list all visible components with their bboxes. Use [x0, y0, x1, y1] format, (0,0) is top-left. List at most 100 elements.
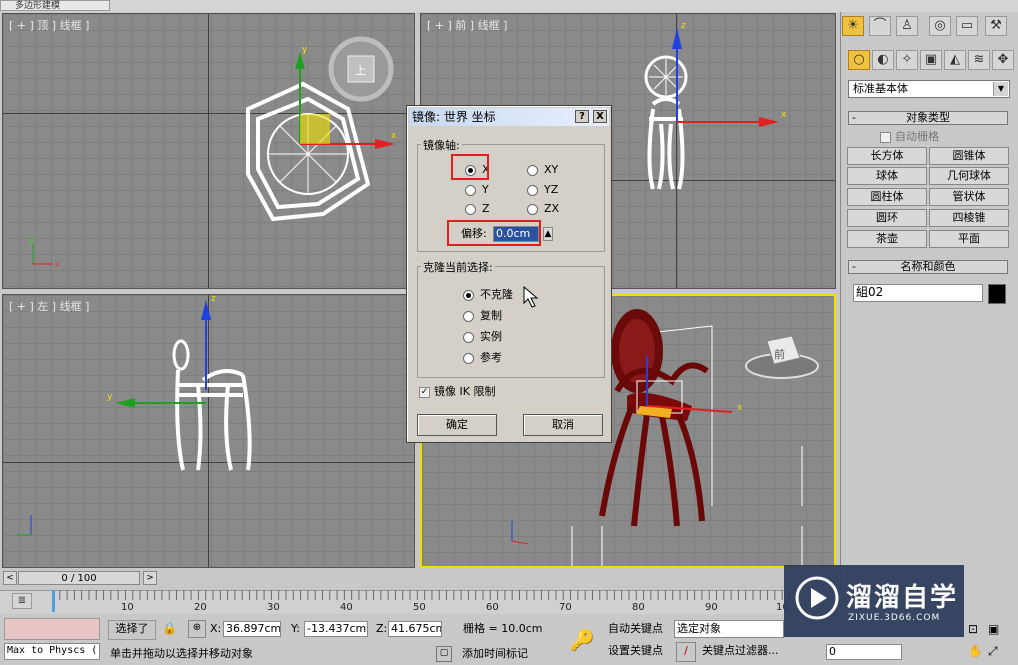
listener-pink-field[interactable] — [4, 618, 100, 640]
object-color-swatch[interactable] — [988, 284, 1006, 304]
top-cube-label: 上 — [355, 64, 366, 77]
plane-button[interactable]: 平面 — [929, 230, 1009, 248]
close-button[interactable]: X — [593, 110, 607, 123]
lock-icon[interactable]: 🔒 — [162, 621, 177, 635]
object-type-rollout[interactable]: - 对象类型 — [848, 111, 1008, 125]
mouse-cursor-icon — [523, 286, 539, 308]
spacewarps-icon[interactable]: ≋ — [968, 50, 990, 70]
no-clone-radio[interactable]: 不克隆 — [463, 286, 513, 302]
copy-radio[interactable]: 复制 — [463, 307, 502, 323]
prompt-line: 单击并拖动以选择并移动对象 — [110, 647, 253, 660]
zoom-icon[interactable]: ⊡ — [968, 622, 978, 636]
chevron-down-icon: ▼ — [993, 82, 1008, 96]
systems-icon[interactable]: ✥ — [992, 50, 1014, 70]
offset-spinner[interactable]: ▲ — [543, 227, 553, 241]
cone-button[interactable]: 圆锥体 — [929, 147, 1009, 165]
geosphere-button[interactable]: 几何球体 — [929, 167, 1009, 185]
maxscript-field[interactable]: Max to Physcs ( — [4, 643, 100, 660]
lights-icon[interactable]: ✧ — [896, 50, 918, 70]
instance-radio[interactable]: 实例 — [463, 328, 502, 344]
add-time-tag[interactable]: 添加时间标记 — [462, 645, 528, 663]
object-type-title: 对象类型 — [906, 111, 950, 124]
selection-set-dropdown[interactable]: 选定对象 — [674, 620, 784, 638]
x-coordinate-input[interactable]: 36.897cm — [223, 621, 281, 637]
primitive-type-dropdown[interactable]: 标准基本体 ▼ — [848, 80, 1010, 98]
ribbon-tab[interactable]: 多边形建模 — [0, 0, 110, 11]
axis-zx-dot — [527, 203, 538, 215]
zoom-extents-icon[interactable]: ▣ — [988, 622, 999, 636]
axis-z-radio[interactable]: Z — [465, 202, 490, 215]
instance-dot — [463, 331, 474, 343]
axis-xy-radio[interactable]: XY — [527, 163, 558, 176]
tick-label: 30 — [267, 602, 280, 613]
cancel-button[interactable]: 取消 — [523, 414, 603, 436]
auto-grid-box — [880, 131, 891, 143]
current-frame-input[interactable]: 0 — [826, 644, 902, 660]
teapot-button[interactable]: 茶壶 — [847, 230, 927, 248]
track-bar-menu-icon[interactable]: ≣ — [12, 593, 32, 609]
set-key-icon[interactable]: 🔑 — [562, 622, 602, 658]
y-coordinate-input[interactable]: -13.437cm — [304, 621, 368, 637]
ik-checkbox[interactable]: ✓ 镜像 IK 限制 — [419, 383, 495, 399]
tube-button[interactable]: 管状体 — [929, 188, 1009, 206]
perspective-cube-label: 前 — [774, 347, 785, 361]
pan-hand-icon[interactable]: ✋ — [968, 644, 983, 658]
viewport-nav-controls[interactable]: ⊡ ▣ ✋ ⤢ — [966, 620, 1016, 664]
absolute-mode-icon[interactable]: ⊕ — [188, 620, 206, 638]
viewport-left[interactable]: [ + ] 左 ] 线框 ] z y — [2, 294, 415, 568]
motion-tab-icon[interactable]: ◎ — [929, 16, 951, 36]
y-label: Y: — [291, 622, 300, 635]
viewport-top[interactable]: [ + ] 顶 ] 线框 ] y x 上 y x — [2, 13, 415, 289]
display-tab-icon[interactable]: ▭ — [956, 16, 978, 36]
object-name-input[interactable]: 組02 — [853, 284, 983, 302]
shapes-icon[interactable]: ◐ — [872, 50, 894, 70]
highlight-offset-box — [447, 220, 541, 246]
cameras-icon[interactable]: ▣ — [920, 50, 942, 70]
axis-zx-radio[interactable]: ZX — [527, 202, 559, 215]
chair-left-view: z y — [17, 295, 252, 536]
axis-xy-dot — [527, 164, 538, 176]
cylinder-button[interactable]: 圆柱体 — [847, 188, 927, 206]
ok-button[interactable]: 确定 — [417, 414, 497, 436]
curve-editor-icon[interactable]: ∕ — [676, 642, 696, 662]
key-filter-button[interactable]: 关键点过滤器... — [702, 642, 779, 660]
helpers-icon[interactable]: ◭ — [944, 50, 966, 70]
svg-text:x: x — [391, 131, 397, 141]
axis-y-radio[interactable]: Y — [465, 183, 489, 196]
box-button[interactable]: 长方体 — [847, 147, 927, 165]
torus-button[interactable]: 圆环 — [847, 209, 927, 227]
svg-text:z: z — [211, 295, 216, 304]
axis-yz-dot — [527, 184, 538, 196]
clone-label: 克隆当前选择: — [421, 259, 495, 275]
auto-key-button[interactable]: 自动关键点 — [608, 620, 663, 638]
reference-radio[interactable]: 参考 — [463, 349, 502, 365]
mirror-axis-label: 镜像轴: — [421, 137, 462, 153]
name-color-rollout[interactable]: - 名称和颜色 — [848, 260, 1008, 274]
time-slider[interactable]: 0 / 100 — [18, 571, 140, 585]
utilities-tab-icon[interactable]: ⚒ — [985, 16, 1007, 36]
mirror-dialog: 镜像: 世界 坐标 ? X 镜像轴: X Y Z XY YZ ZX 偏移: 0.… — [406, 105, 612, 443]
track-ticks — [52, 590, 790, 600]
auto-grid-checkbox[interactable]: 自动栅格 — [880, 128, 939, 144]
time-prev-button[interactable]: < — [3, 571, 17, 585]
modify-tab-icon[interactable]: ⌒ — [869, 16, 891, 36]
chair-top-view: y x 上 y x — [29, 36, 397, 269]
time-tag-icon[interactable]: ▢ — [436, 646, 452, 662]
sphere-button[interactable]: 球体 — [847, 167, 927, 185]
axis-yz-radio[interactable]: YZ — [527, 183, 558, 196]
tick-label: 60 — [486, 602, 499, 613]
maximize-viewport-icon[interactable]: ⤢ — [988, 644, 998, 659]
z-coordinate-input[interactable]: 41.675cm — [388, 621, 442, 637]
time-cursor[interactable] — [52, 590, 55, 612]
svg-text:y: y — [302, 45, 308, 55]
time-next-button[interactable]: > — [143, 571, 157, 585]
help-button[interactable]: ? — [575, 110, 589, 123]
svg-text:x: x — [781, 110, 787, 120]
set-key-button[interactable]: 设置关键点 — [608, 642, 663, 660]
create-tab-icon[interactable]: ☀ — [842, 16, 864, 36]
play-logo-icon — [795, 576, 839, 620]
geometry-icon[interactable]: ○ — [848, 50, 870, 70]
pyramid-button[interactable]: 四棱锥 — [929, 209, 1009, 227]
primitive-type-value: 标准基本体 — [853, 82, 908, 95]
hierarchy-tab-icon[interactable]: ♙ — [896, 16, 918, 36]
